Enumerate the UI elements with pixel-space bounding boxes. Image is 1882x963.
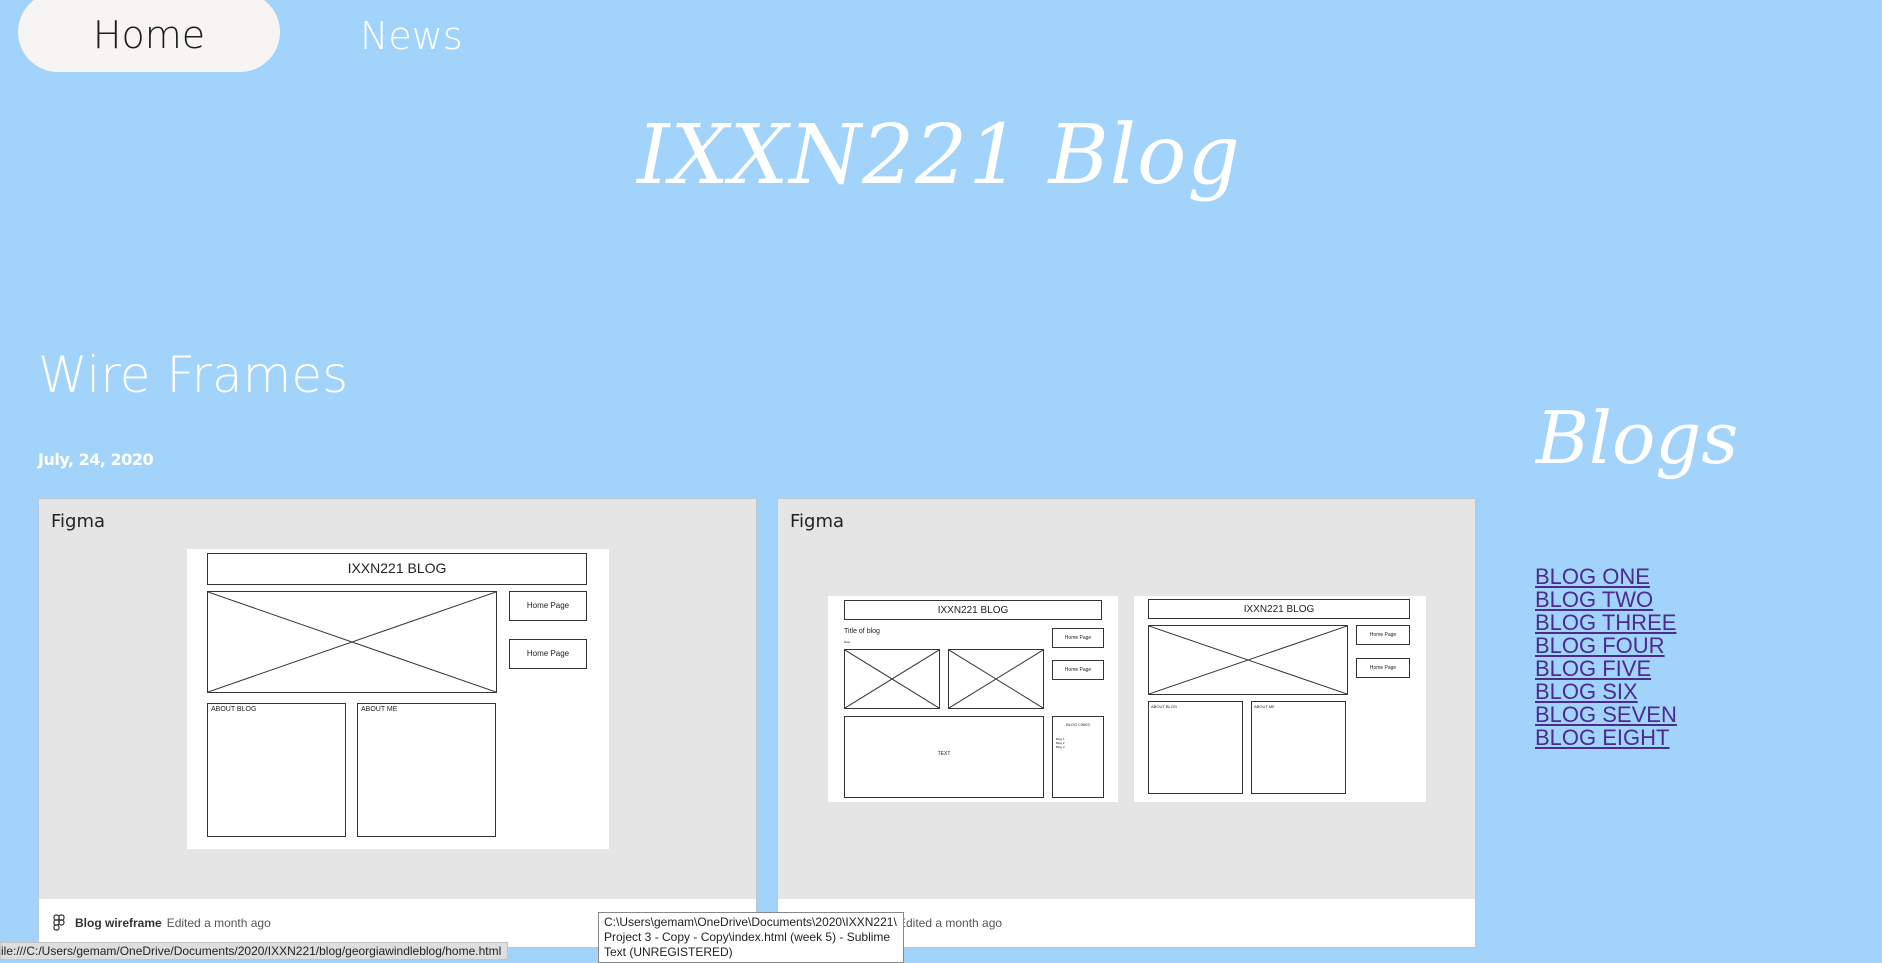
wf-box-label: ABOUT BLOG (1151, 704, 1177, 709)
blog-link-seven[interactable]: BLOG SEVEN (1535, 703, 1677, 726)
site-title-text: IXXN221 Blog (637, 108, 1241, 203)
wf-links-box: BLOG LINKS Blog 1 Blog 2 Blog 3 (1052, 716, 1104, 798)
wf-box-label: ABOUT BLOG (211, 706, 257, 713)
placeholder-cross-icon (949, 650, 1043, 708)
wf-header-label: IXXN221 BLOG (1243, 604, 1315, 615)
wf-nav-label: Home Page (526, 649, 570, 658)
sidebar-title: Blogs (1536, 396, 1739, 480)
embed-edited-meta: Edited a month ago (166, 916, 271, 930)
nav-news-link[interactable]: News (360, 14, 463, 58)
blog-link-four[interactable]: BLOG FOUR (1535, 634, 1677, 657)
wf-nav-label: Home Page (526, 601, 570, 610)
wf-nav-box-2: Home Page (509, 639, 587, 669)
wf-nav-box-1: Home Page (509, 591, 587, 621)
blog-link-two[interactable]: BLOG TWO (1535, 588, 1677, 611)
wf-date: Date (844, 640, 851, 644)
window-tooltip: C:\Users\gemam\OneDrive\Documents\2020\I… (598, 912, 904, 963)
nav-home-button[interactable]: Home (18, 0, 280, 72)
wf-image-placeholder (1148, 625, 1348, 695)
placeholder-cross-icon (208, 592, 496, 692)
wf-about-blog-box: ABOUT BLOG (207, 703, 346, 837)
wf-about-blog-box: ABOUT BLOG (1148, 701, 1243, 794)
blog-link-one[interactable]: BLOG ONE (1535, 565, 1677, 588)
wf-nav-box-2: Home Page (1356, 658, 1410, 678)
placeholder-cross-icon (845, 650, 939, 708)
wf-nav-box-1: Home Page (1052, 628, 1104, 648)
wf-box-label: ABOUT ME (361, 706, 398, 713)
figma-embed-1[interactable]: Figma IXXN221 BLOG Home Page Home Page A… (38, 498, 757, 948)
post-title: Wire Frames (38, 346, 349, 404)
wireframe-frame-b: IXXN221 BLOG Home Page Home Page ABOUT B… (1134, 596, 1426, 802)
wf-header-box: IXXN221 BLOG (207, 553, 587, 585)
figma-embed-2[interactable]: Figma IXXN221 BLOG Title of blog Date Ho… (777, 498, 1476, 948)
wf-image-placeholder (207, 591, 497, 693)
wf-header-box: IXXN221 BLOG (1148, 599, 1410, 619)
wf-text-label: TEXT (937, 751, 951, 757)
embed-edited-meta: Edited a month ago (898, 916, 1003, 930)
wf-header-label: IXXN221 BLOG (937, 605, 1009, 616)
wf-text-box: TEXT (844, 716, 1044, 798)
wf-header-box: IXXN221 BLOG (844, 600, 1102, 620)
wf-nav-label: Home Page (1369, 665, 1397, 671)
wf-nav-label: Home Page (1369, 632, 1397, 638)
wf-links-list: Blog 1 Blog 2 Blog 3 (1056, 737, 1065, 749)
wf-nav-box-2: Home Page (1052, 660, 1104, 680)
wf-about-me-box: ABOUT ME (357, 703, 496, 837)
placeholder-cross-icon (1149, 626, 1347, 694)
wf-box-label: ABOUT ME (1254, 704, 1275, 709)
blog-link-eight[interactable]: BLOG EIGHT (1535, 726, 1677, 749)
blog-link-five[interactable]: BLOG FIVE (1535, 657, 1677, 680)
embed-label: Figma (790, 511, 845, 532)
wireframe-frame-a: IXXN221 BLOG Title of blog Date Home Pag… (828, 596, 1118, 802)
status-bar-url: ile:///C:/Users/gemam/OneDrive/Documents… (0, 942, 509, 960)
wf-header-label: IXXN221 BLOG (347, 560, 447, 576)
wf-nav-label: Home Page (1064, 667, 1092, 673)
wf-links-label: BLOG LINKS (1066, 722, 1090, 727)
blog-links-list: BLOG ONE BLOG TWO BLOG THREE BLOG FOUR B… (1535, 565, 1677, 749)
wf-nav-box-1: Home Page (1356, 625, 1410, 645)
wireframe-frame: IXXN221 BLOG Home Page Home Page ABOUT B… (187, 549, 609, 849)
wf-nav-label: Home Page (1064, 635, 1092, 641)
post-date: July, 24, 2020 (38, 450, 154, 469)
wf-subtitle: Title of blog (844, 628, 880, 635)
wf-image-placeholder (948, 649, 1044, 709)
blog-link-six[interactable]: BLOG SIX (1535, 680, 1677, 703)
blog-link-three[interactable]: BLOG THREE (1535, 611, 1677, 634)
site-title: IXXN221 Blog (0, 108, 1882, 203)
wf-image-placeholder (844, 649, 940, 709)
embed-file-name: Blog wireframe (75, 916, 162, 930)
embed-label: Figma (51, 511, 106, 532)
wf-about-me-box: ABOUT ME (1251, 701, 1346, 794)
figma-icon (53, 914, 65, 931)
